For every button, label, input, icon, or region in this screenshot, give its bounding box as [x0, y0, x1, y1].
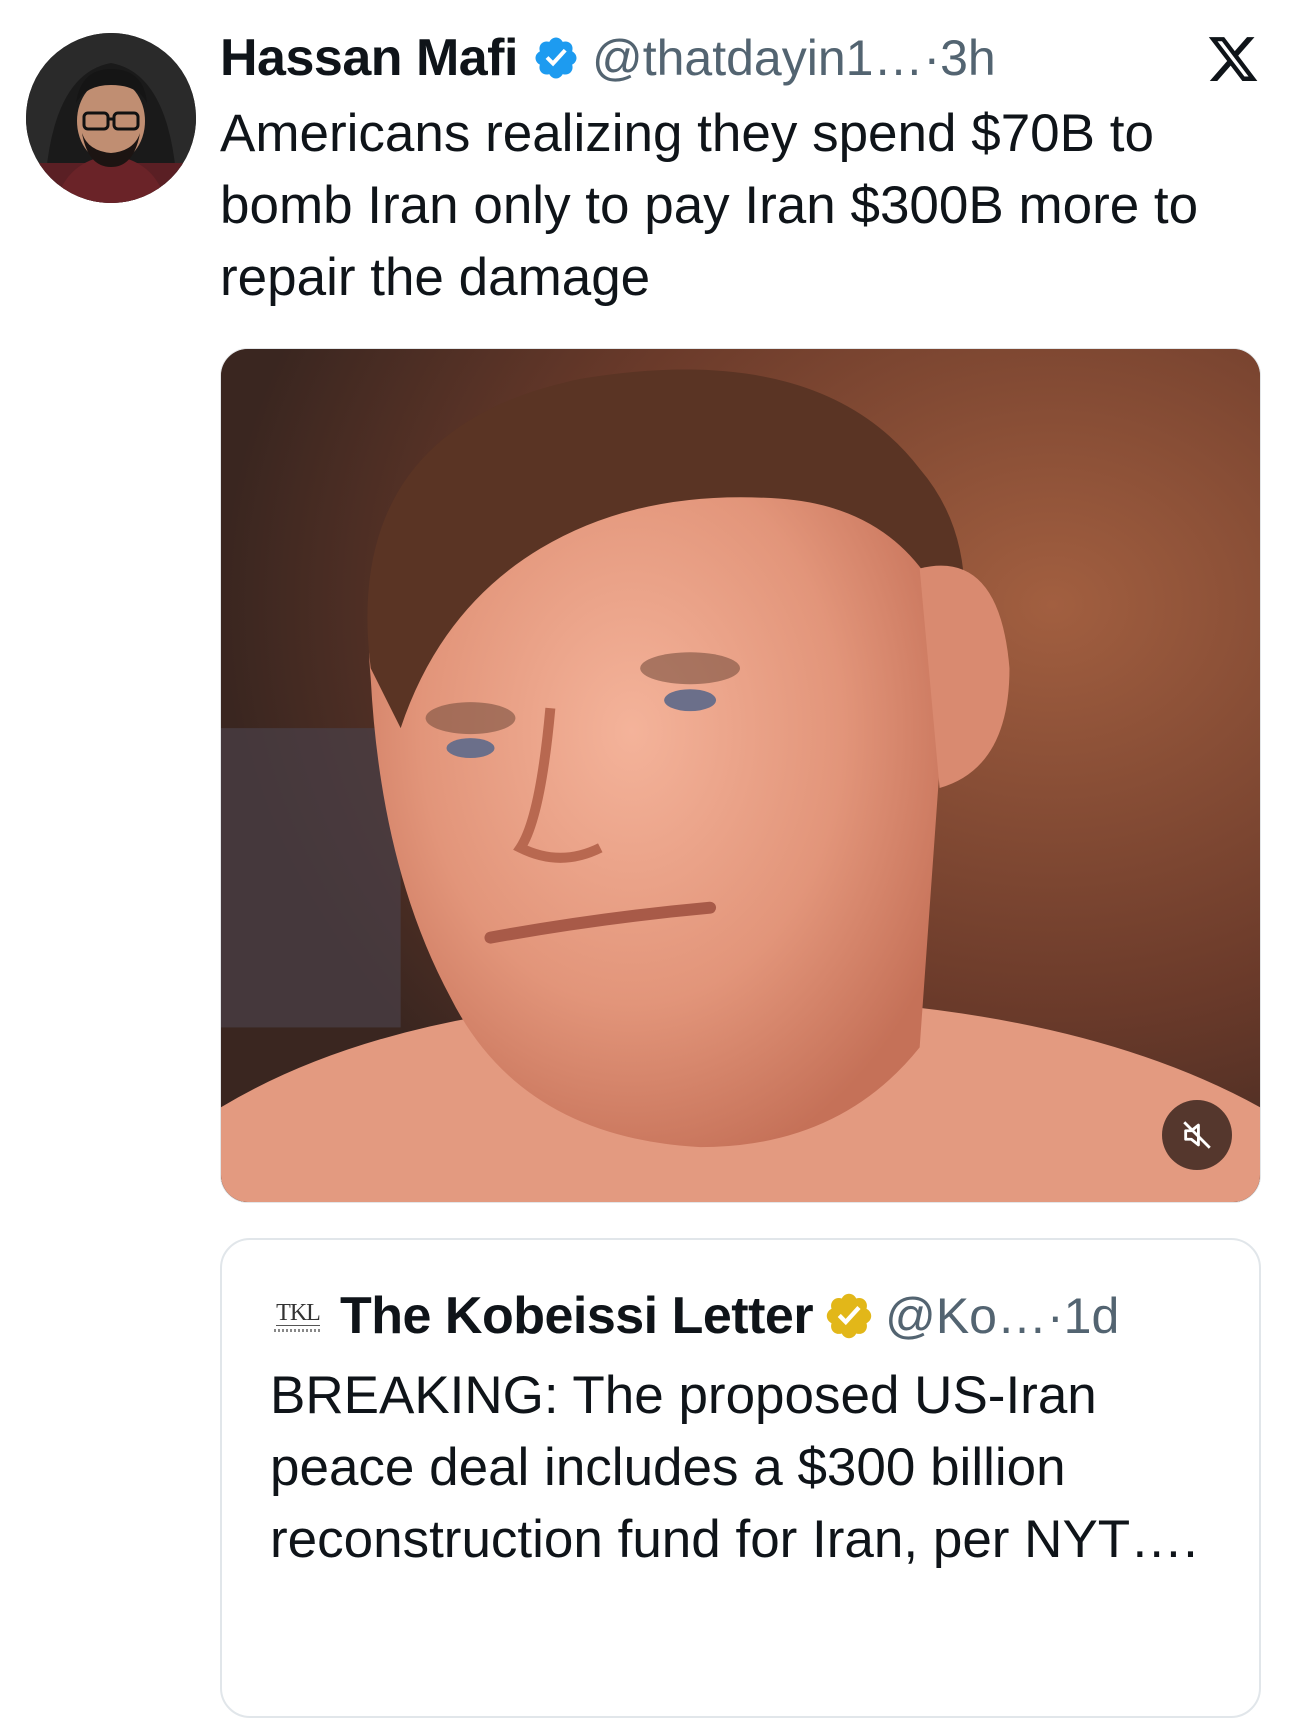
muted-speaker-icon: [1183, 1121, 1211, 1149]
x-logo-icon[interactable]: [1206, 32, 1260, 86]
author-avatar[interactable]: [26, 33, 196, 203]
video-thumbnail: [221, 349, 1260, 1202]
time-separator: ·: [923, 30, 941, 86]
tweet-text: Americans realizing they spend $70B to b…: [220, 104, 1199, 307]
avatar-image: [26, 33, 196, 203]
author-display-name[interactable]: Hassan Mafi: [220, 28, 518, 88]
quoted-author-logo-text: TKL: [276, 1299, 321, 1326]
tweet-header: Hassan Mafi @thatdayin1…·3h: [220, 26, 1260, 90]
quoted-tweet-timestamp[interactable]: 1d: [1064, 1288, 1120, 1344]
tweet-video[interactable]: [220, 348, 1261, 1203]
logo-underline: [274, 1328, 322, 1332]
gold-verified-badge-icon: [826, 1293, 872, 1339]
quoted-tweet-header: TKL The Kobeissi Letter @Ko…·1d: [270, 1284, 1119, 1348]
quoted-tweet-card[interactable]: TKL The Kobeissi Letter @Ko…·1d BREAKING…: [220, 1238, 1261, 1718]
tweet-timestamp[interactable]: 3h: [940, 30, 996, 86]
quoted-author-handle[interactable]: @Ko…·1d: [885, 1287, 1119, 1345]
quoted-tweet-text: BREAKING: The proposed US-Iran peace dea…: [270, 1366, 1198, 1569]
verified-badge-icon: [535, 37, 577, 79]
quoted-author-display-name[interactable]: The Kobeissi Letter: [340, 1286, 814, 1346]
mute-toggle-button[interactable]: [1162, 1100, 1232, 1170]
quoted-author-avatar[interactable]: TKL: [270, 1296, 326, 1336]
author-handle[interactable]: @thatdayin1…·3h: [592, 29, 996, 87]
quoted-time-separator: ·: [1046, 1288, 1064, 1344]
